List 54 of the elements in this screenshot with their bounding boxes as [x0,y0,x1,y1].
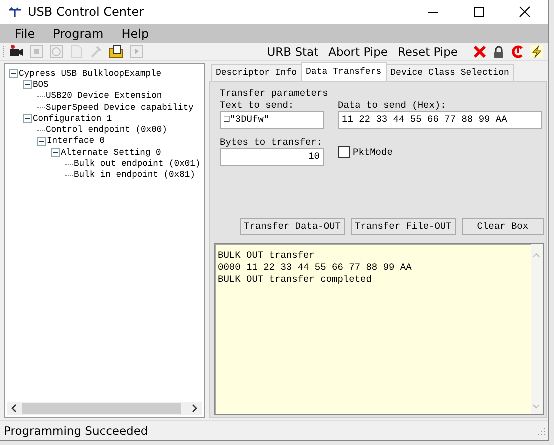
toolbar-grip-icon [2,44,5,58]
tree-item[interactable]: Bulk out endpoint (0x01) [74,159,201,170]
scrollbar-thumb[interactable] [22,403,181,414]
status-text: Programming Succeeded [4,424,148,438]
scroll-right-icon[interactable] [190,402,199,415]
toolbar-button[interactable]: Reset Pipe [398,44,458,58]
action-button[interactable]: Transfer File-OUT [350,218,456,235]
tree-item[interactable]: Bulk in endpoint (0x81) [74,170,196,180]
lock-icon[interactable] [492,44,506,58]
text-field[interactable]: □"3DUfw" [220,111,324,129]
checkbox-label: PktMode [353,146,393,158]
tab[interactable]: Descriptor Info [211,64,302,81]
folder-icon[interactable] [109,44,124,59]
tree-item[interactable]: USB20 Device Extension [46,91,162,102]
horizontal-scrollbar[interactable] [7,402,202,415]
scroll-left-icon[interactable] [10,402,19,415]
action-button[interactable]: Clear Box [462,218,544,235]
tree-item[interactable]: Alternate Setting 0 [61,148,162,158]
menu-item[interactable]: Program [45,26,112,40]
tree-item[interactable]: Configuration 1 [33,114,112,124]
tree-item[interactable]: Cypress USB BulkloopExample [19,68,162,79]
toolbar-button[interactable]: URB Stat [267,44,319,58]
cross-icon[interactable] [473,44,487,58]
menu-item[interactable]: File [7,26,44,40]
collapse-icon[interactable] [37,136,46,146]
group-label: Transfer parameters [219,88,330,99]
tree-item[interactable]: Control endpoint (0x00) [46,125,168,136]
tree-item[interactable]: SuperSpeed Device capability [46,102,194,113]
output-line: BULK OUT transfer [218,250,316,262]
collapse-icon[interactable] [9,69,18,78]
action-button[interactable]: Transfer Data-OUT [240,218,345,235]
tab[interactable]: Data Transfers [301,62,387,81]
collapse-icon[interactable] [23,80,32,90]
field-label: Bytes to transfer: [220,137,324,148]
window-title: USB Control Center [28,5,144,19]
tree-item[interactable]: Interface 0 [47,136,106,146]
output-line: 0000 11 22 33 44 55 66 77 88 99 AA [218,262,413,274]
tree-item[interactable]: BOS [33,80,49,90]
lightning-icon[interactable] [530,44,544,58]
hex-field[interactable]: 11 22 33 44 55 66 77 88 99 AA [338,111,542,129]
toolbar-button[interactable]: Abort Pipe [328,44,388,58]
collapse-icon[interactable] [51,148,60,158]
menu-item[interactable]: Help [114,26,158,40]
collapse-icon[interactable] [23,114,32,124]
camera-icon[interactable] [9,44,24,59]
tab[interactable]: Device Class Selection [386,64,514,81]
field-label: Text to send: [220,100,296,111]
checkbox[interactable] [338,146,350,158]
resize-grip-icon[interactable] [536,426,546,436]
field-label: Data to send (Hex): [338,100,448,111]
usb-icon [8,7,22,17]
output-line: BULK OUT transfer completed [218,274,373,286]
bytes-field[interactable]: 10 [220,148,324,166]
power-icon[interactable] [511,44,525,58]
